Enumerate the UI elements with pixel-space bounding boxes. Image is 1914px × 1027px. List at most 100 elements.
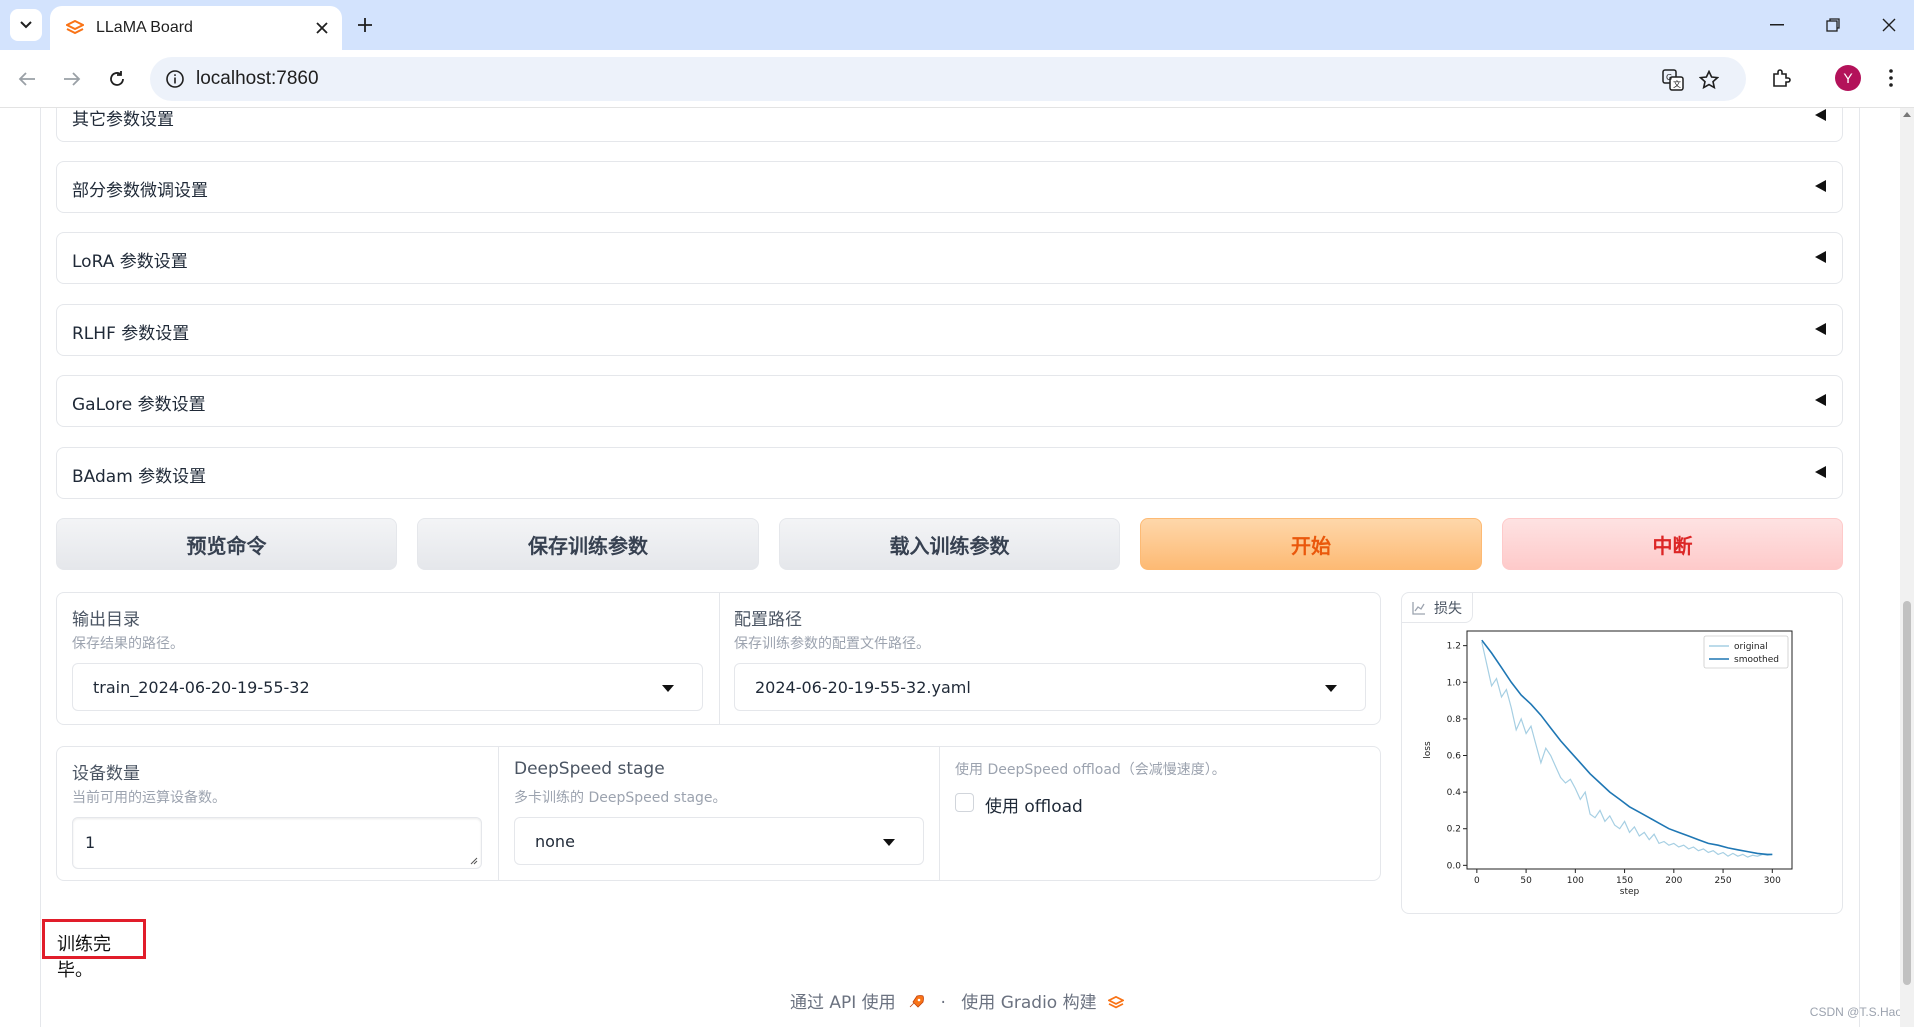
gradio-logo-icon	[64, 17, 86, 39]
offload-checkbox[interactable]	[955, 793, 974, 812]
loss-plot-label-box: 损失	[1402, 593, 1473, 623]
accordion-label: BAdam 参数设置	[72, 467, 207, 487]
page-viewport: 其它参数设置 部分参数微调设置 LoRA 参数设置 RLHF 参数设置 GaLo…	[0, 108, 1914, 1027]
accordion-galore-args[interactable]: GaLore 参数设置	[56, 375, 1843, 427]
offload-checkbox-label: 使用 offload	[985, 797, 1083, 817]
preview-command-button[interactable]: 预览命令	[56, 518, 397, 570]
loss-plot-label: 损失	[1434, 600, 1462, 617]
accordion-label: GaLore 参数设置	[72, 395, 206, 415]
collapse-arrow-icon	[1815, 394, 1826, 406]
forward-button[interactable]	[55, 62, 89, 96]
loss-plot-panel: 损失 0 50 100 150 200 250 300 0.0 0.2 0.4 0.6 0.8 1.0 1…	[1401, 592, 1843, 914]
device-count-value: 1	[85, 833, 96, 852]
accordion-badam-args[interactable]: BAdam 参数设置	[56, 447, 1843, 499]
x-tick-label: 250	[1714, 876, 1731, 886]
config-path-dropdown[interactable]: 2024-06-20-19-55-32.yaml	[734, 663, 1366, 711]
output-dir-info: 保存结果的路径。	[72, 636, 184, 652]
deepspeed-offload-info: 使用 DeepSpeed offload（会减慢速度）。	[955, 762, 1226, 778]
collapse-arrow-icon	[1815, 180, 1826, 192]
profile-avatar[interactable]: Y	[1835, 65, 1861, 91]
dropdown-caret-icon	[662, 685, 674, 692]
abort-button[interactable]: 中断	[1502, 518, 1843, 570]
svg-text:G: G	[1666, 73, 1672, 82]
device-deepspeed-panel: 设备数量 当前可用的运算设备数。 1 DeepSpeed stage 多卡训练的…	[56, 746, 1381, 881]
close-tab-icon[interactable]	[312, 18, 332, 38]
address-bar[interactable]: localhost:7860 G文	[150, 57, 1746, 101]
output-config-panel: 输出目录 保存结果的路径。 train_2024-06-20-19-55-32 …	[56, 592, 1381, 725]
tab-search-button[interactable]	[10, 9, 42, 41]
collapse-arrow-icon	[1815, 251, 1826, 263]
built-with-gradio-link[interactable]: 使用 Gradio 构建	[961, 993, 1096, 1013]
close-window-button[interactable]	[1874, 12, 1904, 38]
x-tick-label: 150	[1616, 876, 1633, 886]
resize-handle-icon[interactable]	[469, 856, 478, 865]
api-usage-link[interactable]: 通过 API 使用	[790, 993, 896, 1013]
accordion-label: 部分参数微调设置	[72, 181, 208, 201]
config-path-value: 2024-06-20-19-55-32.yaml	[755, 678, 971, 697]
deepspeed-stage-dropdown[interactable]: none	[514, 817, 924, 865]
footer-separator: ·	[940, 993, 946, 1013]
collapse-arrow-icon	[1815, 109, 1826, 121]
deepspeed-stage-value: none	[535, 832, 575, 851]
y-tick-label: 0.0	[1447, 861, 1462, 871]
browser-tab-active[interactable]: LLaMA Board	[50, 6, 342, 50]
dropdown-caret-icon	[883, 839, 895, 846]
accordion-extra-args[interactable]: 其它参数设置	[56, 108, 1843, 142]
collapse-arrow-icon	[1815, 466, 1826, 478]
page-scrollbar[interactable]	[1900, 108, 1914, 1027]
reload-button[interactable]	[100, 62, 134, 96]
y-axis-label: loss	[1423, 741, 1433, 759]
new-tab-button[interactable]	[352, 12, 378, 38]
loss-chart: 0 50 100 150 200 250 300 0.0 0.2 0.4 0.6 0.8 1.0 1.2 s…	[1423, 630, 1793, 897]
x-axis-label: step	[1620, 887, 1640, 897]
deepspeed-stage-label: DeepSpeed stage	[514, 759, 665, 779]
accordion-label: LoRA 参数设置	[72, 252, 188, 272]
deepspeed-stage-info: 多卡训练的 DeepSpeed stage。	[514, 790, 727, 806]
close-icon	[1882, 18, 1896, 32]
legend-label: original	[1734, 642, 1768, 652]
device-count-textbox[interactable]: 1	[72, 817, 482, 869]
x-tick-label: 300	[1764, 876, 1781, 886]
dropdown-caret-icon	[1325, 685, 1337, 692]
minimize-icon	[1770, 24, 1784, 26]
chevron-down-icon	[20, 21, 32, 29]
training-status-text: 训练完毕。	[57, 934, 111, 981]
url-text: localhost:7860	[196, 68, 319, 89]
restore-window-button[interactable]	[1818, 12, 1848, 38]
svg-text:文: 文	[1673, 79, 1681, 89]
rocket-icon	[909, 995, 924, 1008]
y-tick-label: 0.4	[1447, 788, 1462, 798]
output-dir-dropdown[interactable]: train_2024-06-20-19-55-32	[72, 663, 703, 711]
y-tick-label: 0.2	[1447, 825, 1461, 835]
browser-toolbar: localhost:7860 G文 Y	[0, 50, 1914, 108]
browser-tab-strip: LLaMA Board	[0, 0, 1914, 50]
tab-title: LLaMA Board	[96, 19, 193, 36]
y-tick-label: 1.0	[1447, 678, 1462, 688]
y-tick-label: 1.2	[1447, 642, 1461, 652]
arrow-right-icon	[64, 72, 81, 86]
accordion-label: RLHF 参数设置	[72, 324, 190, 344]
load-args-button[interactable]: 载入训练参数	[779, 518, 1120, 570]
restore-icon	[1826, 18, 1840, 32]
y-tick-label: 0.6	[1447, 751, 1462, 761]
start-button[interactable]: 开始	[1140, 518, 1482, 570]
more-menu-icon[interactable]	[1876, 63, 1906, 93]
minimize-window-button[interactable]	[1762, 12, 1792, 38]
extensions-icon[interactable]	[1766, 63, 1796, 93]
back-button[interactable]	[10, 62, 44, 96]
accordion-rlhf-args[interactable]: RLHF 参数设置	[56, 304, 1843, 356]
scrollbar-thumb[interactable]	[1903, 601, 1911, 985]
save-args-button[interactable]: 保存训练参数	[417, 518, 759, 570]
accordion-lora-args[interactable]: LoRA 参数设置	[56, 232, 1843, 284]
legend-label: smoothed	[1734, 655, 1779, 665]
x-tick-label: 200	[1665, 876, 1682, 886]
accordion-label: 其它参数设置	[72, 110, 174, 130]
translate-icon[interactable]: G文	[1660, 67, 1686, 93]
site-info-icon[interactable]	[164, 68, 186, 90]
scroll-up-arrow-icon[interactable]	[1903, 112, 1911, 117]
bookmark-star-icon[interactable]	[1696, 67, 1722, 93]
x-tick-label: 0	[1474, 876, 1480, 886]
collapse-arrow-icon	[1815, 323, 1826, 335]
accordion-freeze-args[interactable]: 部分参数微调设置	[56, 161, 1843, 213]
arrow-left-icon	[18, 72, 35, 86]
